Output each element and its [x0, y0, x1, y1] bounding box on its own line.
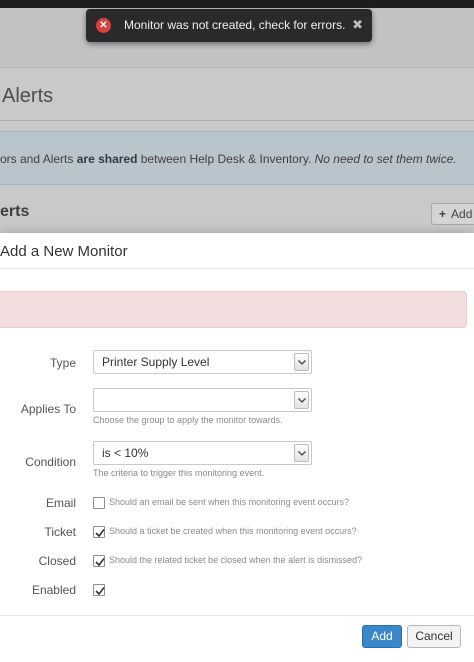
chevron-down-icon [294, 391, 309, 409]
page-title: Alerts [2, 85, 54, 107]
condition-value: is < 10% [102, 446, 149, 460]
close-icon[interactable]: ✖ [352, 17, 363, 33]
enabled-label: Enabled [31, 583, 76, 597]
closed-checkbox[interactable] [93, 555, 105, 567]
ticket-checkbox[interactable] [93, 526, 105, 538]
info-text-bold: are shared [76, 152, 138, 166]
section-title: erts [0, 203, 30, 220]
add-alert-label: Add [451, 207, 473, 221]
error-alert-box [0, 291, 467, 328]
chevron-down-icon [294, 353, 309, 371]
info-text-2: between Help Desk & Inventory. [137, 152, 315, 166]
enabled-checkbox[interactable] [93, 584, 105, 596]
add-alert-button[interactable]: + Add [431, 203, 474, 225]
ticket-label: Ticket [44, 525, 76, 539]
error-icon: ✕ [96, 18, 111, 33]
applies-to-label: Applies To [20, 402, 76, 416]
ticket-description: Should a ticket be created when this mon… [109, 526, 357, 536]
info-text-1: ors and Alerts [0, 152, 77, 166]
checkmark-icon [95, 529, 105, 538]
chevron-down-icon [294, 444, 309, 462]
error-toast: ✕ Monitor was not created, check for err… [86, 9, 372, 42]
closed-label: Closed [38, 554, 76, 568]
closed-description: Should the related ticket be closed when… [109, 555, 363, 565]
info-notice: ors and Alerts are shared between Help D… [0, 131, 474, 185]
email-checkbox[interactable] [93, 497, 105, 509]
email-label: Email [45, 496, 76, 510]
toast-message: Monitor was not created, check for error… [124, 18, 346, 32]
checkmark-icon [95, 587, 105, 596]
add-monitor-modal: Add a New Monitor Type Printer Supply Le… [0, 233, 474, 662]
title-divider [0, 120, 474, 121]
condition-hint: The criteria to trigger this monitoring … [93, 468, 265, 478]
condition-label: Condition [25, 455, 76, 469]
plus-icon: + [439, 207, 447, 221]
type-select[interactable]: Printer Supply Level [93, 350, 312, 374]
applies-to-hint: Choose the group to apply the monitor to… [93, 415, 283, 425]
condition-select[interactable]: is < 10% [93, 441, 312, 465]
type-label: Type [49, 356, 76, 370]
cancel-button[interactable]: Cancel [407, 625, 461, 648]
email-description: Should an email be sent when this monito… [109, 497, 350, 507]
modal-header: Add a New Monitor [0, 233, 474, 269]
top-bar [0, 0, 474, 8]
modal-footer-divider [0, 615, 474, 616]
info-text-italic: No need to set them twice. [314, 152, 457, 166]
applies-to-select[interactable] [93, 388, 312, 412]
checkmark-icon [95, 558, 105, 567]
type-select-value: Printer Supply Level [102, 355, 210, 369]
add-button[interactable]: Add [362, 625, 402, 648]
modal-title: Add a New Monitor [0, 243, 128, 260]
